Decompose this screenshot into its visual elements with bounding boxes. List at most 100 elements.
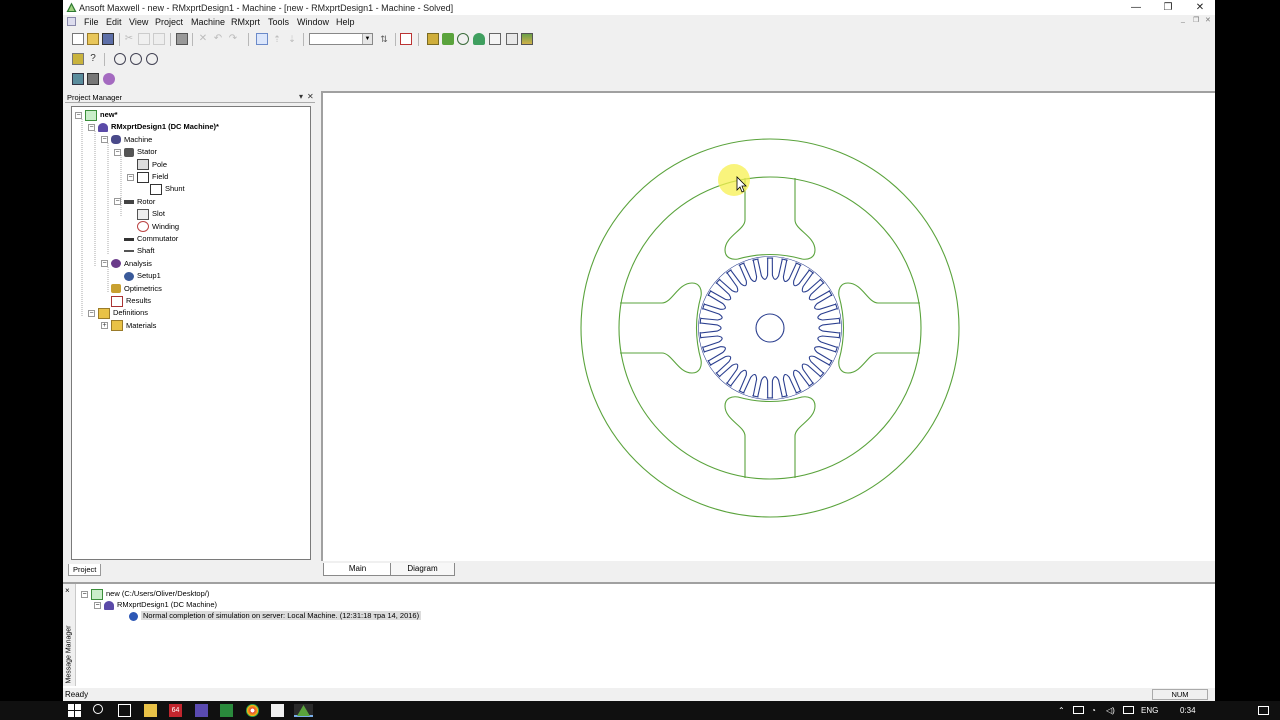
tree-item[interactable]: Pole (127, 159, 167, 171)
menu-help[interactable]: Help (336, 17, 355, 27)
mdi-restore-button[interactable]: ❐ (1193, 16, 1199, 24)
tree-item[interactable]: Setup1 (114, 270, 161, 282)
message-row[interactable]: − new (C:/Users/Oliver/Desktop/) (81, 588, 209, 600)
message-close-button[interactable]: × (65, 586, 70, 595)
tree-item[interactable]: + Materials (101, 320, 156, 332)
tree-item[interactable]: Slot (127, 208, 165, 220)
keyboard-icon[interactable] (1123, 706, 1134, 714)
tree-item[interactable]: − Rotor (114, 196, 155, 208)
app-calendar-icon[interactable] (195, 704, 208, 717)
machine-setup-icon[interactable] (72, 73, 84, 85)
paste-icon[interactable] (153, 33, 165, 45)
document-icon[interactable] (67, 17, 76, 26)
select-icon[interactable] (256, 33, 268, 45)
task-view-icon[interactable] (118, 704, 131, 717)
solution-data-icon[interactable] (473, 33, 485, 45)
clock[interactable]: 0:34 (1180, 706, 1196, 715)
collapse-icon[interactable]: − (101, 136, 108, 144)
app-64-icon[interactable]: 64 (169, 704, 182, 717)
machine-view-canvas[interactable] (321, 91, 1215, 561)
panel-close-button[interactable]: ✕ (307, 92, 314, 101)
menu-machine[interactable]: Machine (191, 17, 225, 27)
tree-item[interactable]: Shunt (140, 183, 185, 195)
close-button[interactable]: ✕ (1185, 0, 1215, 15)
analyze-icon[interactable] (427, 33, 439, 45)
menu-view[interactable]: View (129, 17, 148, 27)
menu-window[interactable]: Window (297, 17, 329, 27)
save-icon[interactable] (102, 33, 114, 45)
table-icon[interactable] (506, 33, 518, 45)
menu-rmxprt[interactable]: RMxprt (231, 17, 260, 27)
mdi-close-button[interactable]: ✕ (1205, 16, 1211, 24)
branch-icon[interactable]: ⇣ (286, 33, 298, 45)
restore-button[interactable]: ❐ (1153, 0, 1183, 15)
message-row[interactable]: Normal completion of simulation on serve… (129, 610, 422, 621)
fit-all-icon[interactable] (114, 53, 126, 65)
print-icon[interactable] (176, 33, 188, 45)
collapse-icon[interactable]: − (75, 111, 82, 119)
collapse-icon[interactable]: − (127, 173, 134, 181)
redo-icon[interactable]: ↷ (227, 33, 239, 45)
network-icon[interactable]: ◔ (1091, 706, 1096, 715)
maxwell-taskbar-icon[interactable] (294, 704, 313, 717)
collapse-icon[interactable]: − (94, 601, 101, 609)
battery-icon[interactable] (1073, 706, 1084, 714)
minimize-button[interactable]: — (1121, 0, 1151, 15)
tree-item[interactable]: − RMxprtDesign1 (DC Machine)* (88, 121, 219, 133)
tree-item[interactable]: Shaft (114, 245, 155, 257)
tree-item[interactable]: − Machine (101, 134, 152, 146)
collapse-icon[interactable]: − (101, 260, 108, 268)
tab-diagram[interactable]: Diagram (390, 563, 455, 576)
matrix-icon[interactable] (87, 73, 99, 85)
collapse-icon[interactable]: − (114, 198, 121, 206)
chrome-icon[interactable] (246, 704, 259, 717)
expand-icon[interactable]: + (101, 322, 108, 330)
tab-main[interactable]: Main (323, 563, 392, 576)
chevron-down-icon[interactable]: ▼ (362, 34, 372, 44)
tree-item[interactable]: − Stator (114, 146, 157, 158)
menu-tools[interactable]: Tools (268, 17, 289, 27)
camtasia-icon[interactable] (220, 704, 233, 717)
panel-menu-button[interactable]: ▾ (299, 92, 303, 101)
message-row[interactable]: − RMxprtDesign1 (DC Machine) (94, 599, 217, 610)
zoom-out-icon[interactable] (130, 53, 142, 65)
tree-item[interactable]: Results (101, 295, 151, 307)
tree-item[interactable]: − Field (127, 171, 168, 183)
volume-icon[interactable]: ◁) (1106, 706, 1115, 715)
results-toolbar-icon[interactable] (442, 33, 454, 45)
menu-project[interactable]: Project (155, 17, 183, 27)
tray-chevron-icon[interactable]: ⌃ (1058, 706, 1065, 715)
tab-project[interactable]: Project (68, 564, 102, 576)
open-folder-icon[interactable] (87, 33, 99, 45)
sweep-icon[interactable]: ⇅ (378, 33, 390, 45)
validate-icon[interactable] (400, 33, 412, 45)
tool-wizard-icon[interactable] (72, 53, 84, 65)
tree-item[interactable]: Commutator (114, 233, 178, 245)
design-toolbar-icon[interactable] (103, 73, 115, 85)
notifications-icon[interactable] (1258, 706, 1269, 715)
menu-edit[interactable]: Edit (106, 17, 122, 27)
help-pointer-icon[interactable]: ? (87, 53, 99, 65)
language-indicator[interactable]: ENG (1141, 706, 1158, 715)
tree-item[interactable]: Optimetrics (101, 283, 162, 295)
collapse-icon[interactable]: − (114, 148, 121, 156)
toolbar-combo-box[interactable]: ▼ (309, 33, 373, 45)
app-white-icon[interactable] (271, 704, 284, 717)
collapse-icon[interactable]: − (81, 590, 88, 598)
tree-item[interactable]: Winding (127, 221, 179, 233)
field-overlay-icon[interactable] (457, 33, 469, 45)
move-up-icon[interactable]: ⇡ (271, 33, 283, 45)
tree-item[interactable]: − Analysis (101, 258, 152, 270)
windows-start-icon[interactable] (68, 704, 81, 717)
copy-icon[interactable] (138, 33, 150, 45)
chart-icon[interactable] (521, 33, 533, 45)
mdi-minimize-button[interactable]: _ (1181, 16, 1185, 23)
file-explorer-icon[interactable] (144, 704, 157, 717)
collapse-icon[interactable]: − (88, 123, 95, 131)
search-icon[interactable] (93, 704, 103, 714)
cut-icon[interactable]: ✂ (123, 33, 135, 45)
delete-icon[interactable]: ✕ (197, 33, 209, 45)
new-file-icon[interactable] (72, 33, 84, 45)
menu-file[interactable]: File (84, 17, 99, 27)
collapse-icon[interactable]: − (88, 309, 95, 317)
